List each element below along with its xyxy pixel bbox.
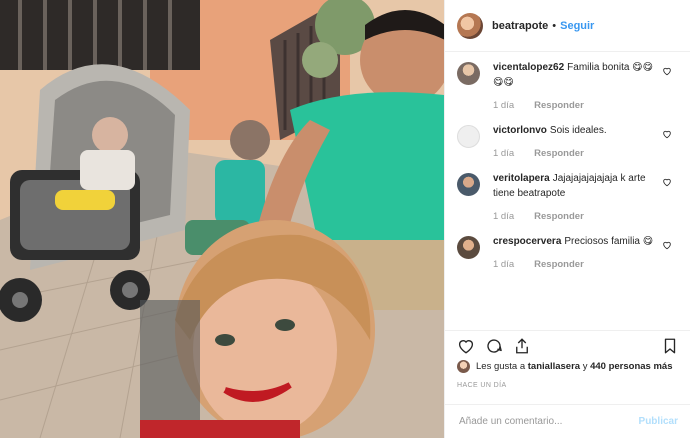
comment-time[interactable]: 1 día	[493, 100, 514, 111]
publish-button[interactable]: Publicar	[639, 416, 678, 427]
reply-button[interactable]: Responder	[534, 148, 584, 159]
comment-text: Preciosos familia 😋	[564, 236, 654, 247]
comment-item: victorlonvo Sois ideales. 1 día Responder	[445, 123, 690, 159]
liker-avatar[interactable]	[457, 360, 470, 373]
post-actions	[445, 330, 690, 359]
comment-username[interactable]: veritolapera	[493, 173, 550, 184]
comments-list[interactable]: vicentalopez62 Familia bonita 😋😋😋😋 1 día R…	[445, 60, 690, 330]
commenter-avatar[interactable]	[457, 62, 480, 85]
comment-time[interactable]: 1 día	[493, 148, 514, 159]
comment-username[interactable]: vicentalopez62	[493, 62, 564, 73]
reply-button[interactable]: Responder	[534, 211, 584, 222]
comment-username[interactable]: crespocervera	[493, 236, 561, 247]
author-username[interactable]: beatrapote	[492, 20, 548, 32]
like-comment-icon[interactable]	[662, 177, 672, 187]
follow-button[interactable]: Seguir	[560, 20, 594, 32]
comment-item: veritolapera Jajajajajajajaja k arte tien…	[445, 171, 690, 222]
like-comment-icon[interactable]	[662, 240, 672, 250]
bookmark-icon[interactable]	[661, 337, 679, 355]
likes-count[interactable]: 440 personas más	[590, 361, 672, 372]
commenter-avatar[interactable]	[457, 173, 480, 196]
author-avatar[interactable]	[457, 12, 483, 39]
post-timestamp[interactable]: HACE UN DÍA	[457, 382, 507, 389]
add-comment-bar: Publicar	[445, 404, 690, 438]
header-separator: •	[552, 19, 557, 32]
comment-item: crespocervera Preciosos familia 😋 1 día Re…	[445, 234, 690, 270]
post-photo[interactable]	[0, 0, 444, 438]
likes-user[interactable]: taniallasera	[528, 361, 580, 372]
heart-icon[interactable]	[457, 337, 475, 355]
reply-button[interactable]: Responder	[534, 259, 584, 270]
comment-time[interactable]: 1 día	[493, 211, 514, 222]
likes-summary: Les gusta a taniallasera y 440 personas …	[457, 360, 678, 373]
comment-icon[interactable]	[485, 337, 503, 355]
likes-prefix: Les gusta a	[476, 361, 526, 372]
comment-username[interactable]: victorlonvo	[493, 125, 547, 136]
likes-middle: y	[582, 361, 588, 372]
comment-input[interactable]	[457, 415, 639, 428]
like-comment-icon[interactable]	[662, 129, 672, 139]
comment-item: vicentalopez62 Familia bonita 😋😋😋😋 1 día R…	[445, 60, 690, 111]
commenter-avatar[interactable]	[457, 236, 480, 259]
post-header: beatrapote • Seguir	[445, 0, 690, 52]
share-icon[interactable]	[513, 337, 531, 355]
reply-button[interactable]: Responder	[534, 100, 584, 111]
post-sidebar: beatrapote • Seguir vicentalopez62 Famili…	[444, 0, 690, 438]
commenter-avatar[interactable]	[457, 125, 480, 148]
photo-illustration	[0, 0, 444, 438]
like-comment-icon[interactable]	[662, 66, 672, 76]
comment-time[interactable]: 1 día	[493, 259, 514, 270]
comment-text: Sois ideales.	[549, 125, 607, 136]
